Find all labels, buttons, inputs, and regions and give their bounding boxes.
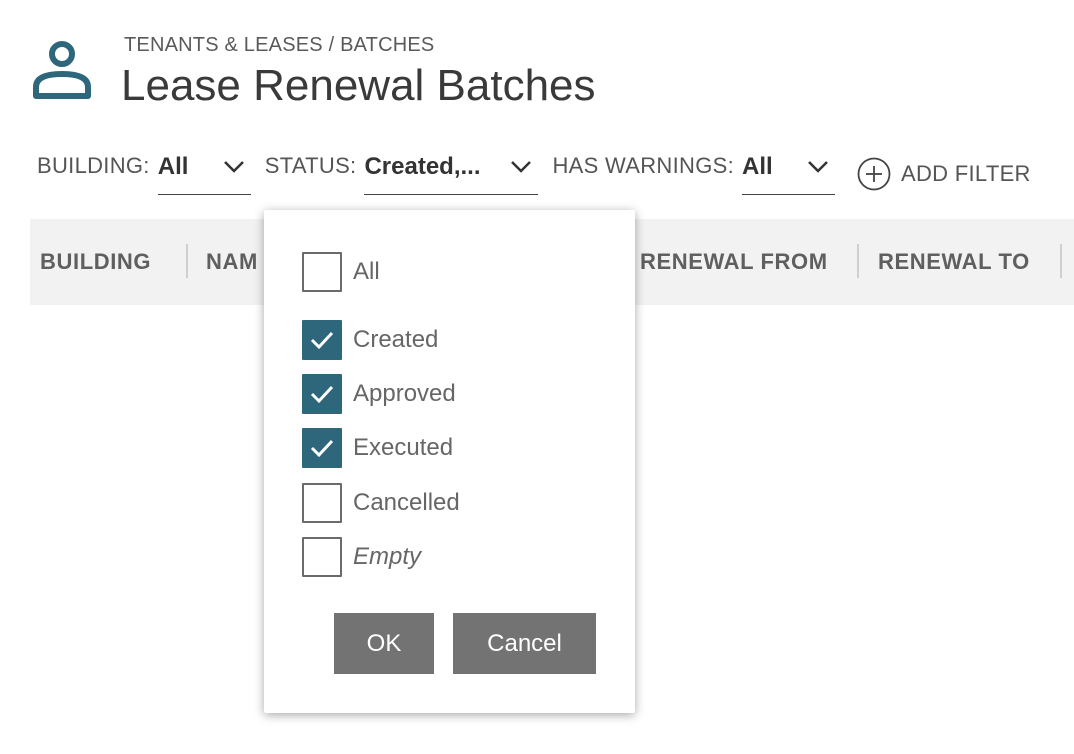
option-approved[interactable]: Approved xyxy=(302,374,456,414)
warnings-filter-label: HAS WARNINGS: xyxy=(552,153,735,178)
checkmark-icon xyxy=(310,331,334,350)
chevron-down-icon xyxy=(223,161,244,173)
person-icon xyxy=(33,41,91,99)
checkbox[interactable] xyxy=(302,537,342,577)
ok-button[interactable]: OK xyxy=(334,613,434,674)
column-divider[interactable] xyxy=(1060,244,1062,278)
checkbox-checked[interactable] xyxy=(302,320,342,360)
warnings-filter: HAS WARNINGS: All xyxy=(552,145,836,195)
checkbox[interactable] xyxy=(302,483,342,523)
option-label: Executed xyxy=(353,434,454,461)
column-divider[interactable] xyxy=(857,244,859,278)
status-select[interactable]: Created,... xyxy=(364,145,539,195)
column-header-renewal-to[interactable]: RENEWAL TO xyxy=(878,219,1030,305)
option-executed[interactable]: Executed xyxy=(302,428,453,468)
column-divider[interactable] xyxy=(186,244,188,278)
option-label: All xyxy=(353,258,380,285)
building-filter: BUILDING: All xyxy=(37,145,251,195)
option-empty[interactable]: Empty xyxy=(302,537,421,577)
checkmark-icon xyxy=(310,439,334,458)
building-select-value: All xyxy=(157,153,189,180)
status-filter: STATUS: Created,... xyxy=(265,145,539,195)
status-filter-dropdown: All Created Approved Executed Cancelled … xyxy=(264,210,635,713)
warnings-select-value: All xyxy=(742,153,773,180)
checkbox-checked[interactable] xyxy=(302,428,342,468)
building-filter-label: BUILDING: xyxy=(37,153,150,178)
page-title: Lease Renewal Batches xyxy=(121,61,596,110)
breadcrumb[interactable]: TENANTS & LEASES / BATCHES xyxy=(124,34,434,57)
checkbox-checked[interactable] xyxy=(302,374,342,414)
option-label: Approved xyxy=(353,380,456,407)
building-select[interactable]: All xyxy=(157,145,251,195)
chevron-down-icon xyxy=(511,161,532,173)
option-label: Created xyxy=(353,326,439,353)
filter-bar: BUILDING: All STATUS: Created,... HAS WA… xyxy=(37,145,1031,197)
column-header-building[interactable]: BUILDING xyxy=(40,219,151,305)
chevron-down-icon xyxy=(808,161,828,173)
checkbox[interactable] xyxy=(302,252,342,292)
column-header-renewal-from[interactable]: RENEWAL FROM xyxy=(640,219,828,305)
cancel-button[interactable]: Cancel xyxy=(453,613,596,674)
add-filter-button[interactable]: ADD FILTER xyxy=(857,157,1031,191)
column-header-name[interactable]: NAM xyxy=(206,219,258,305)
option-label: Cancelled xyxy=(353,489,460,516)
option-created[interactable]: Created xyxy=(302,320,438,360)
warnings-select[interactable]: All xyxy=(742,145,836,195)
option-label: Empty xyxy=(353,543,422,570)
add-filter-label: ADD FILTER xyxy=(901,161,1031,186)
status-select-value: Created,... xyxy=(364,153,481,180)
option-cancelled[interactable]: Cancelled xyxy=(302,483,460,523)
option-all[interactable]: All xyxy=(302,252,380,292)
status-filter-label: STATUS: xyxy=(264,153,357,178)
plus-circle-icon xyxy=(857,157,891,191)
checkmark-icon xyxy=(310,385,334,404)
